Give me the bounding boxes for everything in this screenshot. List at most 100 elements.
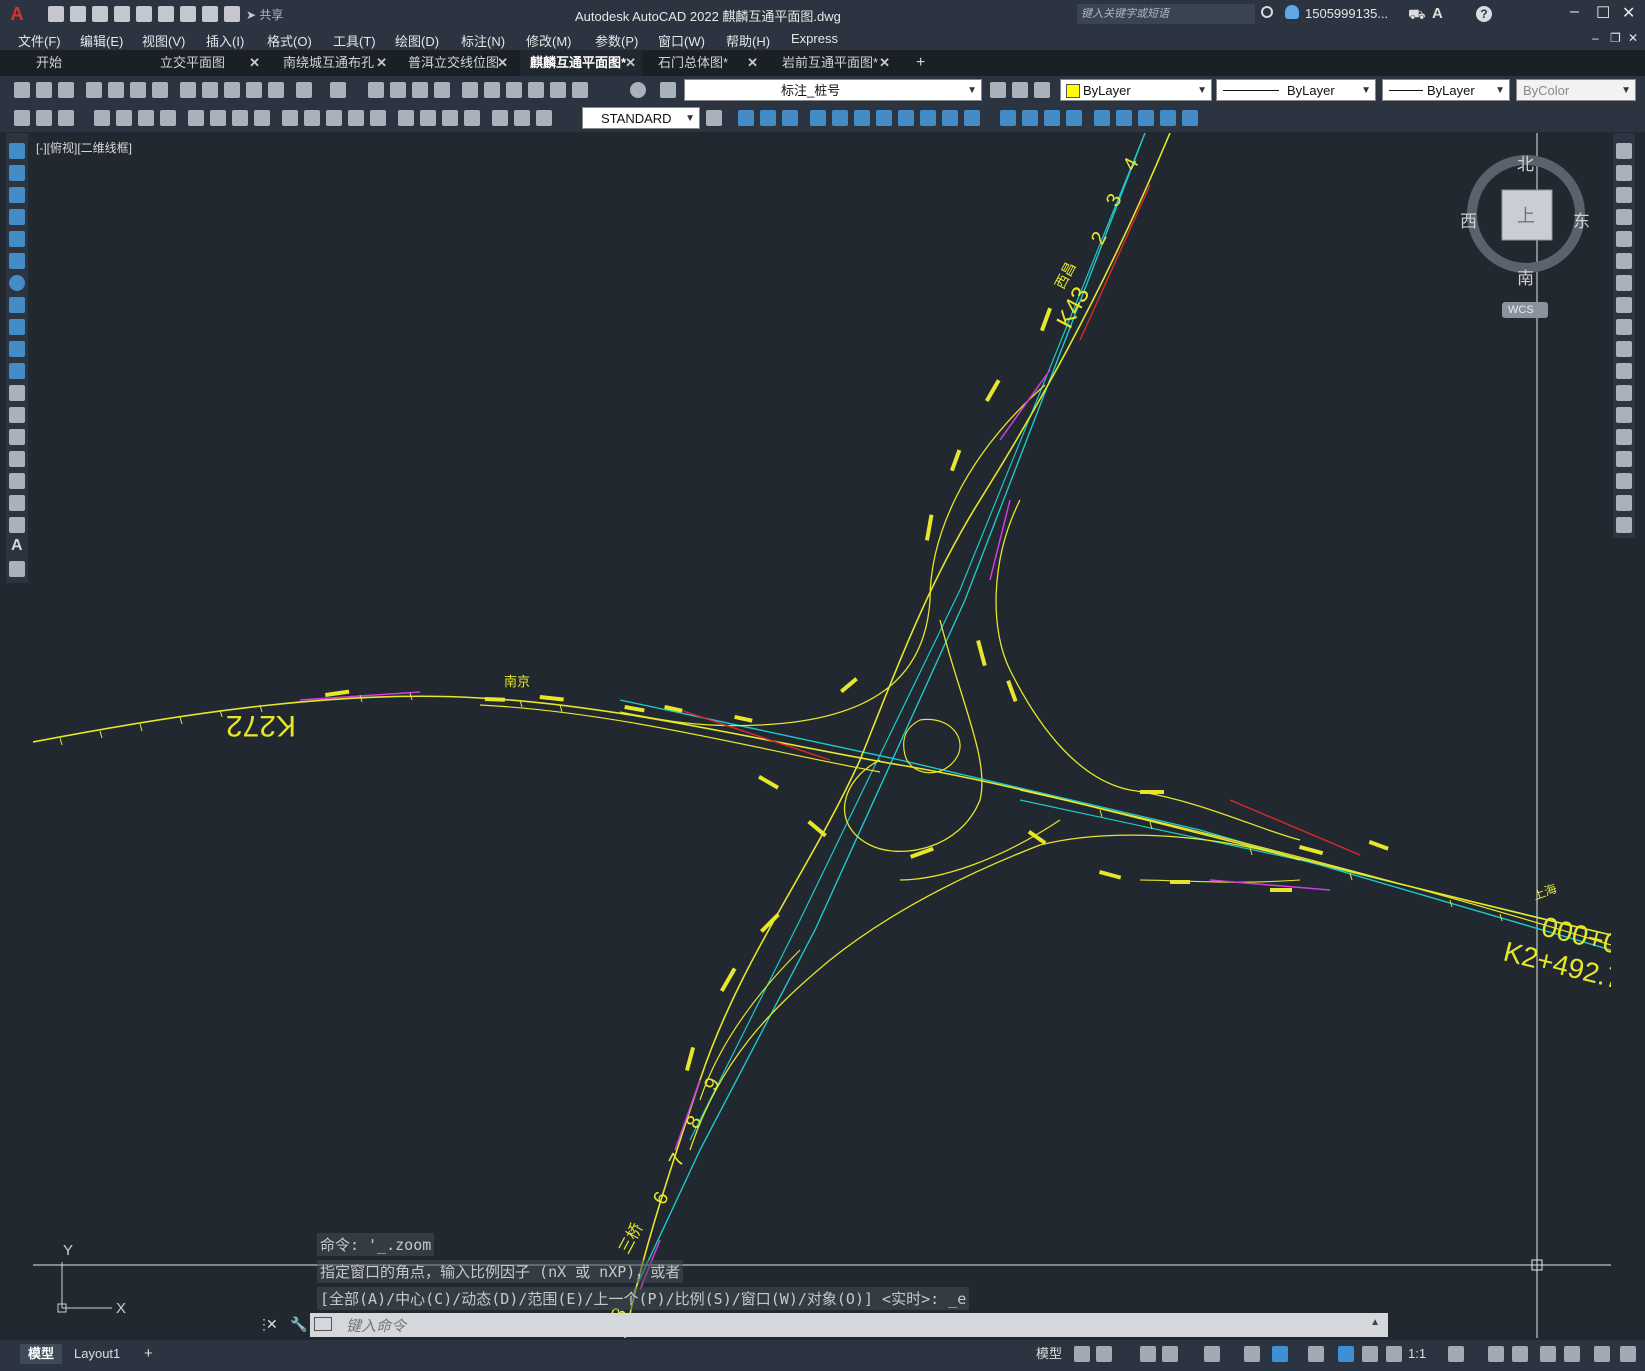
save-icon[interactable] bbox=[92, 6, 108, 22]
quick-properties-icon[interactable] bbox=[1540, 1346, 1556, 1362]
menu-parametric[interactable]: 参数(P) bbox=[595, 31, 638, 50]
dimension-style-icon[interactable] bbox=[706, 110, 722, 126]
copy-object-icon[interactable] bbox=[1616, 165, 1632, 181]
arc-icon[interactable] bbox=[9, 253, 25, 269]
circle-icon[interactable] bbox=[9, 275, 25, 291]
undo-icon[interactable] bbox=[202, 6, 218, 22]
center-mark-icon[interactable] bbox=[420, 110, 436, 126]
hatch-icon[interactable] bbox=[9, 451, 25, 467]
menu-draw[interactable]: 绘图(D) bbox=[395, 31, 439, 50]
block-editor-icon[interactable] bbox=[268, 82, 284, 98]
extend-icon[interactable] bbox=[964, 110, 980, 126]
move-icon[interactable] bbox=[854, 110, 870, 126]
tab-active-file[interactable]: 麒麟互通平面图* ✕ bbox=[520, 50, 642, 76]
tab-close-icon[interactable]: ✕ bbox=[376, 50, 387, 76]
bring-front-icon[interactable] bbox=[1182, 110, 1198, 126]
polyline-icon[interactable] bbox=[9, 187, 25, 203]
command-input[interactable] bbox=[344, 1315, 1348, 1337]
erase-icon[interactable] bbox=[1616, 143, 1632, 159]
pan-icon[interactable] bbox=[368, 82, 384, 98]
design-center-icon[interactable] bbox=[484, 82, 500, 98]
copy-icon[interactable] bbox=[202, 82, 218, 98]
paste-icon[interactable] bbox=[224, 82, 240, 98]
markup-icon[interactable] bbox=[550, 82, 566, 98]
explode-icon[interactable] bbox=[1094, 110, 1110, 126]
doc-restore-icon[interactable]: ❐ bbox=[1610, 31, 1621, 45]
new-tab-button[interactable]: + bbox=[906, 50, 930, 76]
ortho-icon[interactable] bbox=[1140, 1346, 1156, 1362]
command-history-toggle-icon[interactable]: ▲ bbox=[1370, 1317, 1380, 1328]
isodraft-icon[interactable] bbox=[1204, 1346, 1220, 1362]
tool-palettes-icon[interactable] bbox=[506, 82, 522, 98]
tab-file[interactable]: 石门总体图* ✕ bbox=[648, 50, 764, 76]
annotation-visibility-icon[interactable] bbox=[1338, 1346, 1354, 1362]
trim-icon[interactable] bbox=[1616, 341, 1632, 357]
recent-commands-icon[interactable] bbox=[314, 1317, 332, 1331]
linetype-dropdown[interactable]: ByLayer ▼ bbox=[1216, 79, 1376, 101]
dimension-space-icon[interactable] bbox=[348, 110, 364, 126]
aligned-dimension-icon[interactable] bbox=[116, 110, 132, 126]
annotation-scale-value[interactable]: 1:1 bbox=[1404, 1344, 1430, 1364]
join-icon[interactable] bbox=[1022, 110, 1038, 126]
viewport-controls[interactable]: [-][俯视][二维线框] bbox=[36, 139, 132, 156]
blend-curves-icon[interactable] bbox=[1616, 495, 1632, 511]
customization-menu-icon[interactable] bbox=[1620, 1346, 1636, 1362]
polygon-icon[interactable] bbox=[9, 209, 25, 225]
menu-edit[interactable]: 编辑(E) bbox=[80, 31, 123, 50]
properties-icon[interactable] bbox=[462, 82, 478, 98]
undo-icon[interactable] bbox=[296, 82, 312, 98]
menu-modify[interactable]: 修改(M) bbox=[526, 31, 572, 50]
dimension-style-dropdown[interactable]: STANDARD ▼ bbox=[582, 107, 700, 129]
wcs-menu[interactable]: WCS bbox=[1502, 302, 1548, 318]
menu-insert[interactable]: 插入(I) bbox=[206, 31, 244, 50]
close-icon[interactable]: ✕ bbox=[1622, 3, 1635, 23]
grid-icon[interactable] bbox=[1074, 1346, 1090, 1362]
mirror-icon[interactable] bbox=[1616, 187, 1632, 203]
user-icon[interactable] bbox=[1285, 5, 1299, 19]
doc-minimize-icon[interactable]: – bbox=[1592, 31, 1599, 45]
plot-icon[interactable] bbox=[180, 6, 196, 22]
layer-dropdown[interactable]: 标注_桩号 ▼ bbox=[684, 79, 982, 101]
customize-icon[interactable]: 🔧 bbox=[290, 1316, 307, 1333]
open-icon[interactable] bbox=[36, 82, 52, 98]
open-web-icon[interactable] bbox=[136, 6, 152, 22]
lineweight-dropdown[interactable]: ByLayer ▼ bbox=[1382, 79, 1510, 101]
a360-icon[interactable]: A bbox=[1432, 5, 1443, 22]
tolerance-icon[interactable] bbox=[398, 110, 414, 126]
tab-close-icon[interactable]: ✕ bbox=[625, 50, 636, 76]
cut-icon[interactable] bbox=[180, 82, 196, 98]
make-block-icon[interactable] bbox=[14, 110, 30, 126]
publish-icon[interactable] bbox=[130, 82, 146, 98]
3d-dwf-icon[interactable] bbox=[152, 82, 168, 98]
fillet-icon[interactable] bbox=[1616, 473, 1632, 489]
inspection-icon[interactable] bbox=[442, 110, 458, 126]
join-icon[interactable] bbox=[1616, 429, 1632, 445]
hatch-back-icon[interactable] bbox=[1160, 110, 1176, 126]
workspace-gear-icon[interactable] bbox=[1448, 1346, 1464, 1362]
tab-file[interactable]: 立交平面图 ✕ bbox=[150, 50, 266, 76]
diameter-dimension-icon[interactable] bbox=[232, 110, 248, 126]
layer-icon[interactable] bbox=[58, 110, 74, 126]
insert-block-icon[interactable] bbox=[36, 110, 52, 126]
add-selected-icon[interactable] bbox=[9, 561, 25, 577]
zoom-realtime-icon[interactable] bbox=[390, 82, 406, 98]
match-properties-icon[interactable] bbox=[246, 82, 262, 98]
cart-icon[interactable]: ⛟ bbox=[1408, 6, 1426, 25]
scale-icon[interactable] bbox=[898, 110, 914, 126]
continue-dimension-icon[interactable] bbox=[326, 110, 342, 126]
color-dropdown[interactable]: ByLayer ▼ bbox=[1060, 79, 1212, 101]
plot-icon[interactable] bbox=[86, 82, 102, 98]
break-icon[interactable] bbox=[1616, 407, 1632, 423]
explode-icon[interactable] bbox=[1616, 517, 1632, 533]
drawing-canvas[interactable]: K272 南京 上海 000+0X K2+492.73 K43 西昌 三桥 4 … bbox=[33, 133, 1611, 1338]
rectangle-icon[interactable] bbox=[9, 231, 25, 247]
tab-close-icon[interactable]: ✕ bbox=[879, 50, 890, 76]
plotstyle-dropdown[interactable]: ByColor ▼ bbox=[1516, 79, 1636, 101]
object-snap-icon[interactable] bbox=[1272, 1346, 1288, 1362]
quick-dimension-icon[interactable] bbox=[282, 110, 298, 126]
auto-scale-icon[interactable] bbox=[1362, 1346, 1378, 1362]
extend-icon[interactable] bbox=[1616, 363, 1632, 379]
tab-file[interactable]: 岩前互通平面图* ✕ bbox=[772, 50, 896, 76]
tab-file[interactable]: 普洱立交线位图 ✕ bbox=[398, 50, 514, 76]
array-icon[interactable] bbox=[1616, 231, 1632, 247]
